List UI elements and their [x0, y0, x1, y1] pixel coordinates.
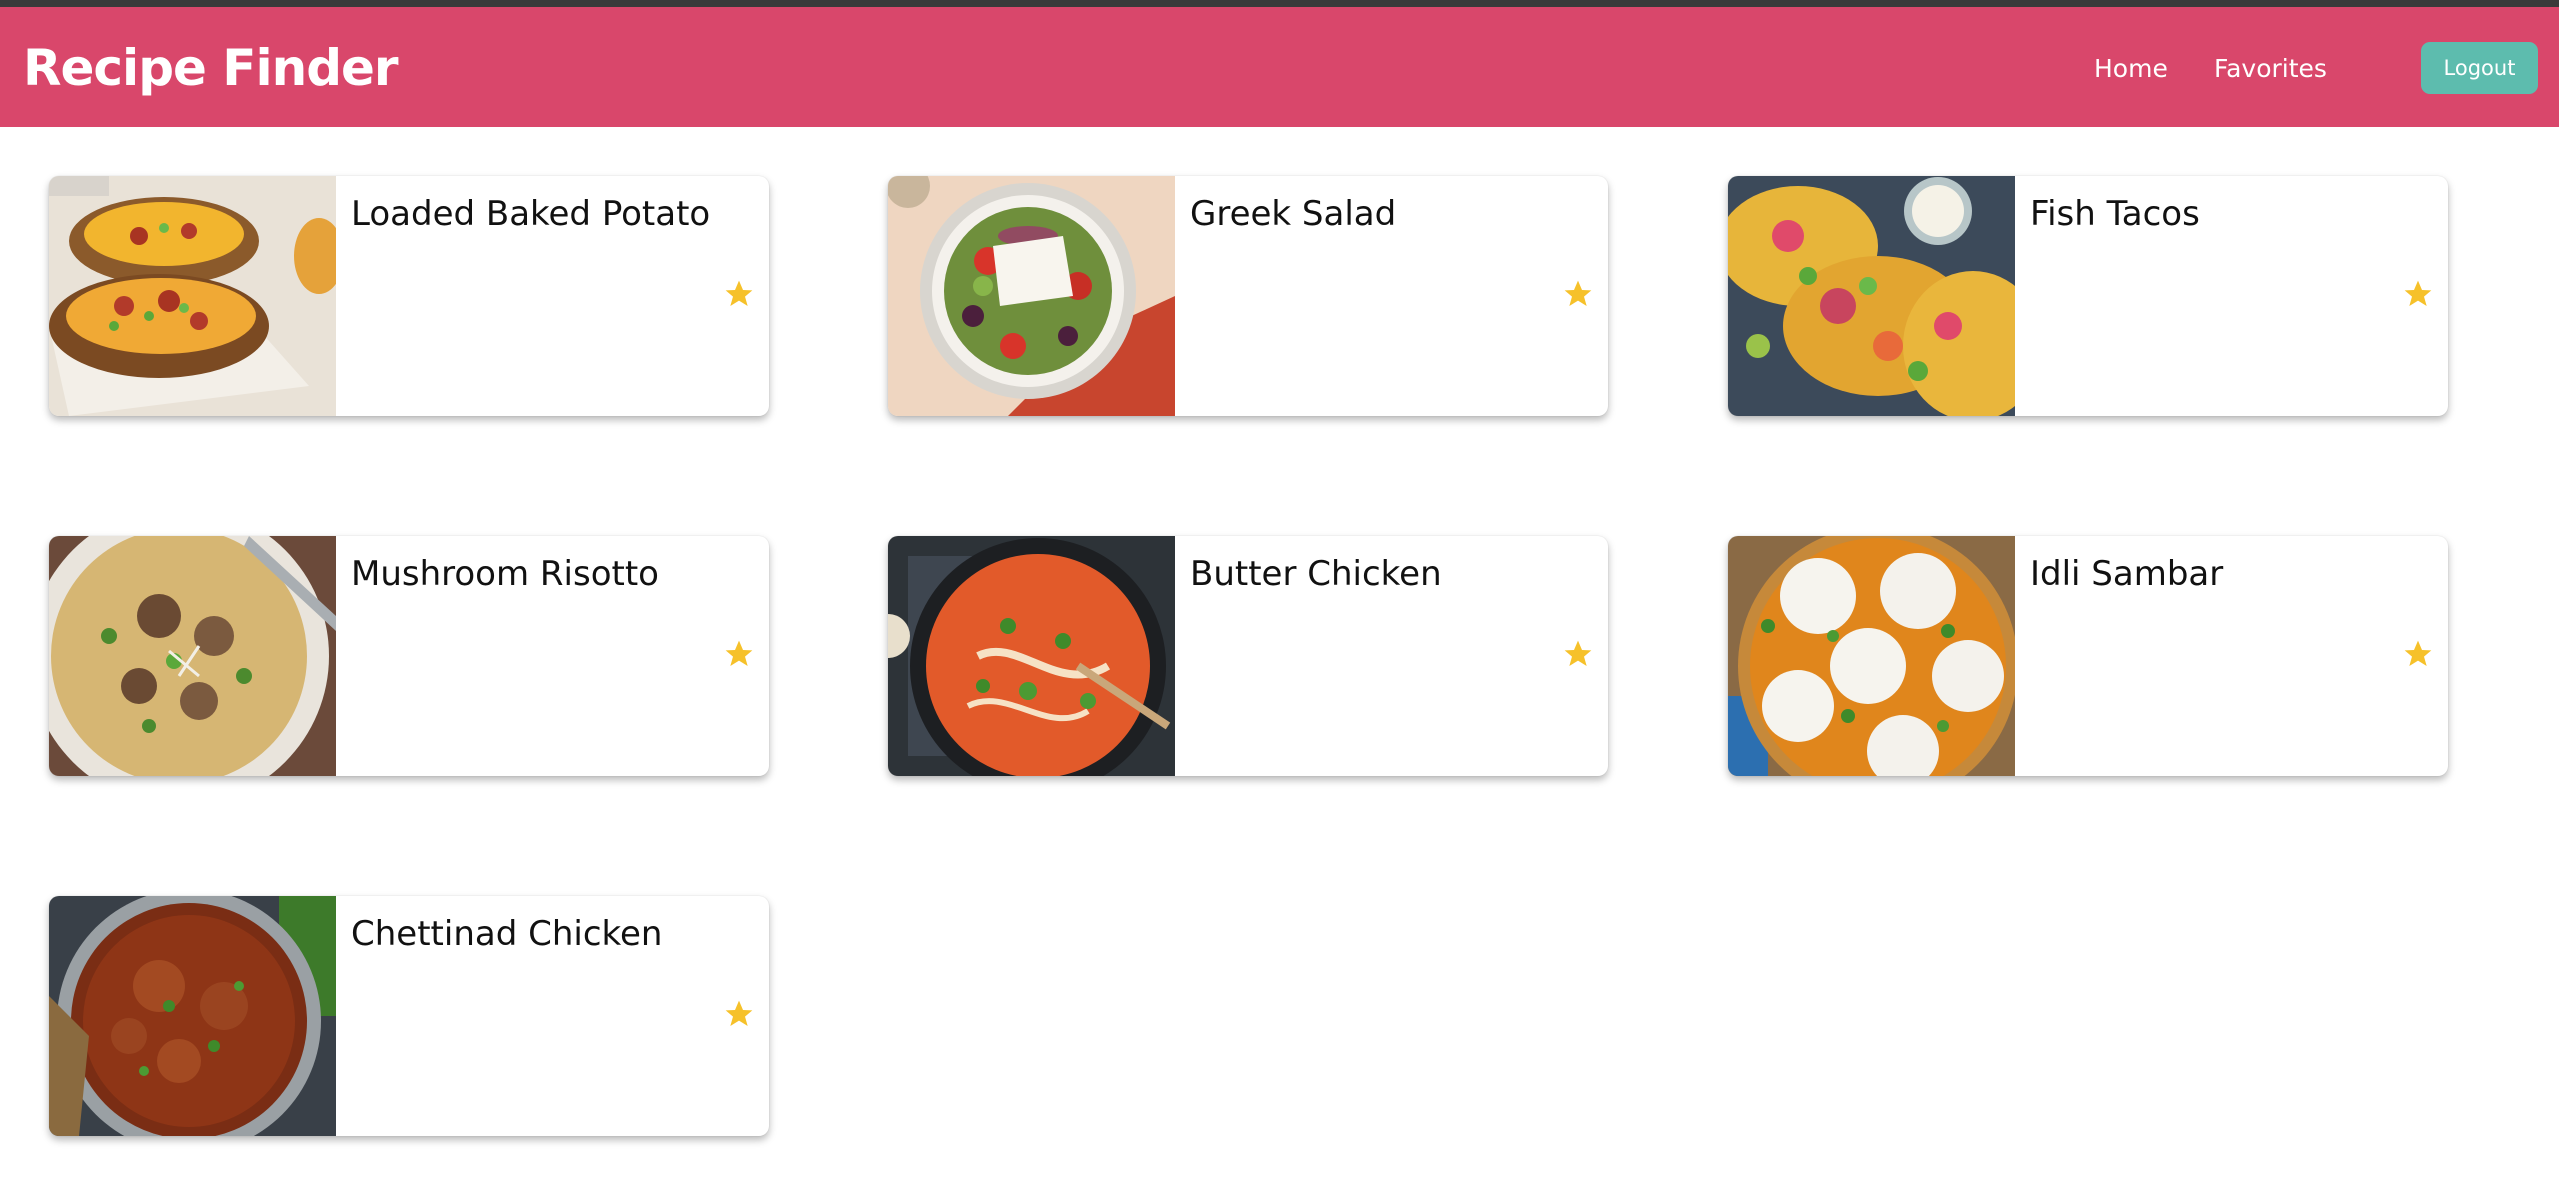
recipe-image	[1728, 176, 2015, 416]
favorite-star-icon[interactable]	[1562, 638, 1594, 670]
recipe-card[interactable]: Loaded Baked Potato	[49, 176, 769, 416]
navbar: Recipe Finder Home Favorites Logout	[0, 7, 2559, 127]
favorite-star-icon[interactable]	[2402, 638, 2434, 670]
recipe-image	[49, 536, 336, 776]
window-top-edge	[0, 0, 2559, 7]
recipe-card[interactable]: Greek Salad	[888, 176, 1608, 416]
recipe-title: Chettinad Chicken	[351, 914, 663, 954]
recipe-title: Butter Chicken	[1190, 554, 1442, 594]
recipe-title: Loaded Baked Potato	[351, 194, 711, 234]
recipe-card[interactable]: Mushroom Risotto	[49, 536, 769, 776]
recipe-card[interactable]: Fish Tacos	[1728, 176, 2448, 416]
nav-favorites-link[interactable]: Favorites	[2214, 54, 2327, 83]
favorite-star-icon[interactable]	[723, 638, 755, 670]
nav-home-link[interactable]: Home	[2094, 54, 2168, 83]
favorite-star-icon[interactable]	[1562, 278, 1594, 310]
favorite-star-icon[interactable]	[723, 278, 755, 310]
favorite-star-icon[interactable]	[2402, 278, 2434, 310]
logout-button[interactable]: Logout	[2421, 42, 2538, 94]
app-title: Recipe Finder	[23, 39, 399, 97]
recipe-image	[888, 176, 1175, 416]
recipe-card[interactable]: Idli Sambar	[1728, 536, 2448, 776]
recipe-image	[888, 536, 1175, 776]
recipe-title: Idli Sambar	[2030, 554, 2224, 594]
recipe-image	[1728, 536, 2015, 776]
recipe-image	[49, 176, 336, 416]
recipe-title: Greek Salad	[1190, 194, 1397, 234]
favorite-star-icon[interactable]	[723, 998, 755, 1030]
recipe-title: Mushroom Risotto	[351, 554, 659, 594]
recipe-card[interactable]: Butter Chicken	[888, 536, 1608, 776]
recipe-image	[49, 896, 336, 1136]
recipe-card[interactable]: Chettinad Chicken	[49, 896, 769, 1136]
recipe-title: Fish Tacos	[2030, 194, 2200, 234]
